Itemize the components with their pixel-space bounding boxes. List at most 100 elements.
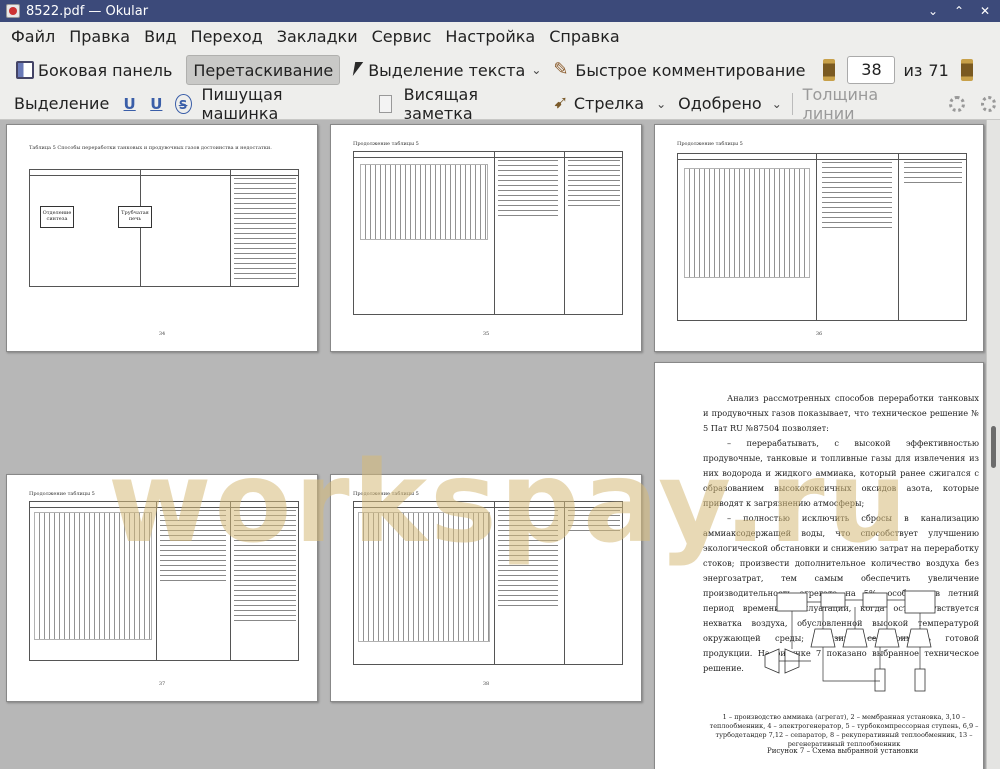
- opacity-settings-icon: [980, 95, 996, 112]
- table-column: [494, 152, 495, 314]
- menubar: Файл Правка Вид Переход Закладки Сервис …: [0, 22, 1000, 52]
- close-icon[interactable]: ✕: [974, 2, 996, 20]
- table: [29, 501, 299, 661]
- text-lines: [568, 510, 620, 535]
- page-caption: Продолжение таблицы 5: [29, 491, 95, 497]
- pencil-comment-icon: [553, 59, 571, 80]
- typewriter-tool[interactable]: Пишущая машинка: [202, 85, 353, 123]
- page-35[interactable]: Продолжение таблицы 5 35: [330, 124, 642, 352]
- installation-schematic: [764, 590, 936, 692]
- quick-comment-label: Быстрое комментирование: [575, 60, 806, 80]
- text-lines: [568, 160, 620, 210]
- browse-tool-button[interactable]: Перетаскивание: [186, 55, 341, 85]
- main-toolbar: Боковая панель Перетаскивание Выделение …: [0, 52, 1000, 88]
- text-lines: [822, 162, 892, 232]
- menu-edit[interactable]: Правка: [62, 22, 137, 52]
- diagram-block: Отделение синтеза: [40, 206, 74, 228]
- chevron-down-icon[interactable]: ⌄: [772, 97, 782, 111]
- table-header-line: [678, 159, 966, 160]
- menu-view[interactable]: Вид: [137, 22, 183, 52]
- table: [353, 501, 623, 665]
- document-viewport[interactable]: Таблица 5 Способы переработки танковых и…: [0, 120, 986, 769]
- arrow-tool[interactable]: Стрелка: [574, 94, 644, 113]
- process-diagram: [684, 168, 810, 278]
- diagram-block: Трубчатая печь: [118, 206, 152, 228]
- table: [677, 153, 967, 321]
- page-caption: Таблица 5 Способы переработки танковых и…: [29, 145, 272, 151]
- sidebar-label: Боковая панель: [38, 60, 173, 80]
- annotation-toolbar: Выделение U U S Пишущая машинка Висящая …: [0, 84, 1000, 123]
- table-header-line: [30, 507, 298, 508]
- table-header-line: [354, 157, 622, 158]
- paragraph: Анализ рассмотренных способов переработк…: [703, 393, 979, 433]
- text-selection-button[interactable]: Выделение текста ⌄: [346, 55, 547, 85]
- table-column: [564, 152, 565, 314]
- vertical-scrollbar[interactable]: [986, 120, 1000, 769]
- page-total-label: 71: [928, 60, 949, 80]
- highlight-tool[interactable]: Выделение: [14, 94, 109, 113]
- browse-tool-label: Перетаскивание: [193, 60, 334, 80]
- cursor-arrow-icon: [352, 61, 364, 79]
- figure-caption: 1 – производство аммиака (агрегат), 2 – …: [709, 713, 979, 748]
- table-header-line: [30, 175, 298, 176]
- process-diagram: [358, 512, 490, 642]
- chevron-down-icon[interactable]: ⌄: [656, 97, 666, 111]
- arrow-tool-icon: [553, 92, 570, 113]
- table-column: [230, 502, 231, 660]
- text-lines: [498, 510, 558, 610]
- page-of-label: из: [903, 60, 923, 80]
- page-caption: Продолжение таблицы 5: [353, 141, 419, 147]
- page-caption: Продолжение таблицы 5: [353, 491, 419, 497]
- menu-file[interactable]: Файл: [4, 22, 62, 52]
- previous-page-icon[interactable]: [823, 59, 836, 81]
- page-number: 36: [815, 331, 823, 337]
- menu-go[interactable]: Переход: [184, 22, 270, 52]
- strikeout-icon[interactable]: S: [174, 93, 192, 114]
- page-number-input[interactable]: 38: [847, 56, 896, 84]
- color-settings-icon: [949, 95, 965, 112]
- popup-note-icon: [378, 94, 392, 113]
- text-lines: [160, 510, 226, 585]
- toolbar-separator: [791, 92, 793, 115]
- stamp-tool[interactable]: Одобрено: [678, 94, 762, 113]
- paragraph: – перерабатывать, с высокой эффективност…: [703, 438, 979, 508]
- window-title: 8522.pdf — Okular: [26, 3, 149, 19]
- quick-comment-button[interactable]: Быстрое комментирование: [547, 55, 811, 85]
- menu-help[interactable]: Справка: [542, 22, 627, 52]
- table-column: [230, 170, 231, 286]
- process-diagram: [360, 164, 488, 240]
- page-38[interactable]: Продолжение таблицы 5 38: [330, 474, 642, 702]
- table-column: [564, 502, 565, 664]
- table-column: [816, 154, 817, 320]
- text-lines: [234, 178, 296, 283]
- squiggle-underline-icon[interactable]: U: [148, 94, 165, 114]
- underline-icon[interactable]: U: [121, 94, 138, 114]
- table-column: [898, 154, 899, 320]
- next-page-icon[interactable]: [960, 59, 973, 81]
- text-lines: [904, 162, 962, 187]
- menu-bookmarks[interactable]: Закладки: [270, 22, 365, 52]
- chevron-down-icon[interactable]: ⌄: [531, 63, 541, 77]
- sidebar-button[interactable]: Боковая панель: [10, 55, 178, 85]
- menu-tools[interactable]: Сервис: [365, 22, 439, 52]
- popup-note-tool[interactable]: Висящая заметка: [404, 85, 542, 123]
- table-column: [156, 502, 157, 660]
- line-width-tool: Толщина линии: [802, 84, 879, 123]
- minimize-icon[interactable]: ⌄: [922, 2, 944, 20]
- window-titlebar: 8522.pdf — Okular ⌄ ⌃ ✕: [0, 0, 1000, 22]
- table-column: [140, 170, 141, 286]
- figure-title: Рисунок 7 – Схема выбранной установки: [767, 747, 919, 755]
- page-37[interactable]: Продолжение таблицы 5 37: [6, 474, 318, 702]
- menu-settings[interactable]: Настройка: [438, 22, 542, 52]
- page-34[interactable]: Таблица 5 Способы переработки танковых и…: [6, 124, 318, 352]
- page-36[interactable]: Продолжение таблицы 5 36: [654, 124, 984, 352]
- okular-app-icon: [6, 4, 20, 18]
- scrollbar-thumb[interactable]: [991, 426, 996, 468]
- page-number: 38: [482, 681, 490, 687]
- table: Отделение синтеза Трубчатая печь: [29, 169, 299, 287]
- page-caption: Продолжение таблицы 5: [677, 141, 743, 147]
- page-number: 34: [158, 331, 166, 337]
- page-39-current[interactable]: Анализ рассмотренных способов переработк…: [654, 362, 984, 769]
- maximize-icon[interactable]: ⌃: [948, 2, 970, 20]
- process-diagram: [34, 512, 152, 640]
